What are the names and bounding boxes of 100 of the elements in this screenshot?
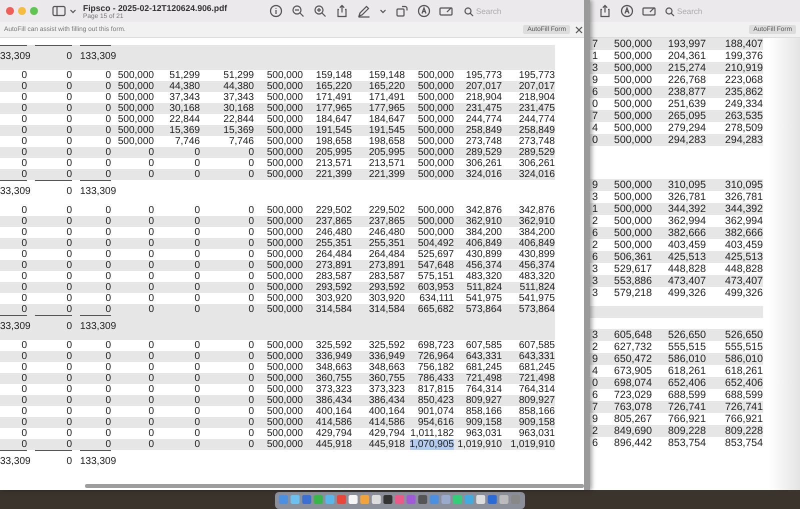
table-cell: 0 [21,428,27,439]
rotate-icon[interactable] [395,4,409,18]
total-cell: 0 [66,51,72,62]
table-cell: 681,245 [518,362,555,373]
table-cell: 382,666 [725,227,763,239]
table-cell: 901,074 [418,406,454,417]
table-cell: 273,748 [466,136,502,147]
table-cell: 384,200 [466,227,502,238]
table-cell: 188,407 [725,38,763,50]
table-cell: 0 [194,169,200,180]
zoom-out-icon[interactable] [291,4,305,18]
table-cell: 553,886 [614,275,652,287]
table-cell: 573,864 [466,304,502,315]
form-icon[interactable] [439,4,453,18]
table-cell: 344,392 [725,203,763,215]
table-cell: 500,000 [266,92,303,103]
table-cell: 555,515 [725,341,763,353]
table-cell: 273,891 [316,260,352,271]
share-icon[interactable] [598,4,612,18]
table-cell: 764,314 [518,384,555,395]
table-cell: 51,299 [223,70,254,81]
table-cell: 0 [248,340,254,351]
table-cell: 22,844 [223,114,254,125]
table-cell: 954,616 [418,417,454,428]
table-cell: 483,320 [518,271,555,282]
pen-icon[interactable] [357,4,371,18]
table-cell: 0 [194,384,200,395]
table-cell: 425,513 [668,251,706,263]
table-cell: 246,480 [368,227,405,238]
total-cell: 33,309 [0,456,31,467]
table-cell: 0 [105,417,111,428]
table-cell: 607,585 [466,340,502,351]
table-cell: 406,849 [466,238,502,249]
table-cell: 0 [105,249,111,260]
sidebar-icon[interactable] [52,4,66,18]
table-cell: 1 [592,50,598,62]
markup-icon[interactable] [417,4,431,18]
table-cell: 22,844 [169,114,200,125]
caret-icon[interactable] [379,7,387,15]
table-cell: 0 [148,271,154,282]
table-cell: 448,828 [668,263,706,275]
table-cell: 500,000 [266,282,303,293]
search-field[interactable]: Search [677,6,737,16]
search-icon[interactable] [463,6,474,16]
table-cell: 483,320 [466,271,502,282]
table-cell: 526,650 [725,329,763,341]
table-cell: 0 [248,249,254,260]
scrollbar[interactable] [85,484,584,488]
table-cell: 0 [592,98,598,110]
table-cell: 500,000 [266,406,303,417]
table-cell: 500,000 [266,125,303,136]
table-cell: 430,899 [466,249,502,260]
table-cell: 0 [66,92,72,103]
table-cell: 500,000 [266,136,303,147]
table-cell: 0 [248,351,254,362]
table-cell: 605,648 [614,329,652,341]
table-cell: 500,000 [418,81,454,92]
table-cell: 0 [21,147,27,158]
table-cell: 237,865 [368,216,405,227]
markup-icon[interactable] [620,4,634,18]
share-icon[interactable] [335,4,349,18]
table-cell: 400,164 [368,406,405,417]
table-cell: 263,535 [725,110,763,122]
table-cell: 0 [105,384,111,395]
table-cell: 314,584 [316,304,352,315]
table-cell: 500,000 [266,384,303,395]
table-cell: 235,862 [725,86,763,98]
table-cell: 511,824 [466,282,502,293]
total-cell: 133,309 [80,186,116,197]
table-cell: 0 [66,227,72,238]
table-cell: 0 [194,227,200,238]
search-icon[interactable] [664,6,675,16]
table-cell: 0 [105,81,111,92]
table-cell: 0 [105,282,111,293]
window-title: Fipsco - 2025-02-12T120624.906.pdf [83,2,228,12]
caret-icon[interactable] [69,7,77,15]
table-cell: 575,151 [418,271,454,282]
table-cell: 500,000 [614,38,652,50]
table-cell: 325,592 [316,340,352,351]
table-cell: 2 [592,215,598,227]
table-cell: 342,876 [518,205,555,216]
table-cell: 500,000 [614,86,652,98]
table-cell: 0 [66,205,72,216]
search-field[interactable]: Search [476,6,536,16]
zoom-in-icon[interactable] [313,4,327,18]
table-cell: 2 [592,425,598,437]
info-icon[interactable] [269,4,283,18]
table-cell: 403,459 [725,239,763,251]
form-icon[interactable] [642,4,656,18]
close-window-button[interactable] [6,7,14,15]
table-cell: 0 [148,216,154,227]
table-cell: 698,723 [418,340,454,351]
table-cell: 7 [592,38,598,50]
close-icon[interactable] [574,24,584,34]
dock-drawing[interactable] [275,490,525,509]
table-cell: 511,824 [520,282,555,293]
table-cell: 809,927 [466,395,502,406]
table-cell: 0 [194,362,200,373]
table-cell: 0 [248,158,254,169]
table-cell: 306,261 [518,158,555,169]
